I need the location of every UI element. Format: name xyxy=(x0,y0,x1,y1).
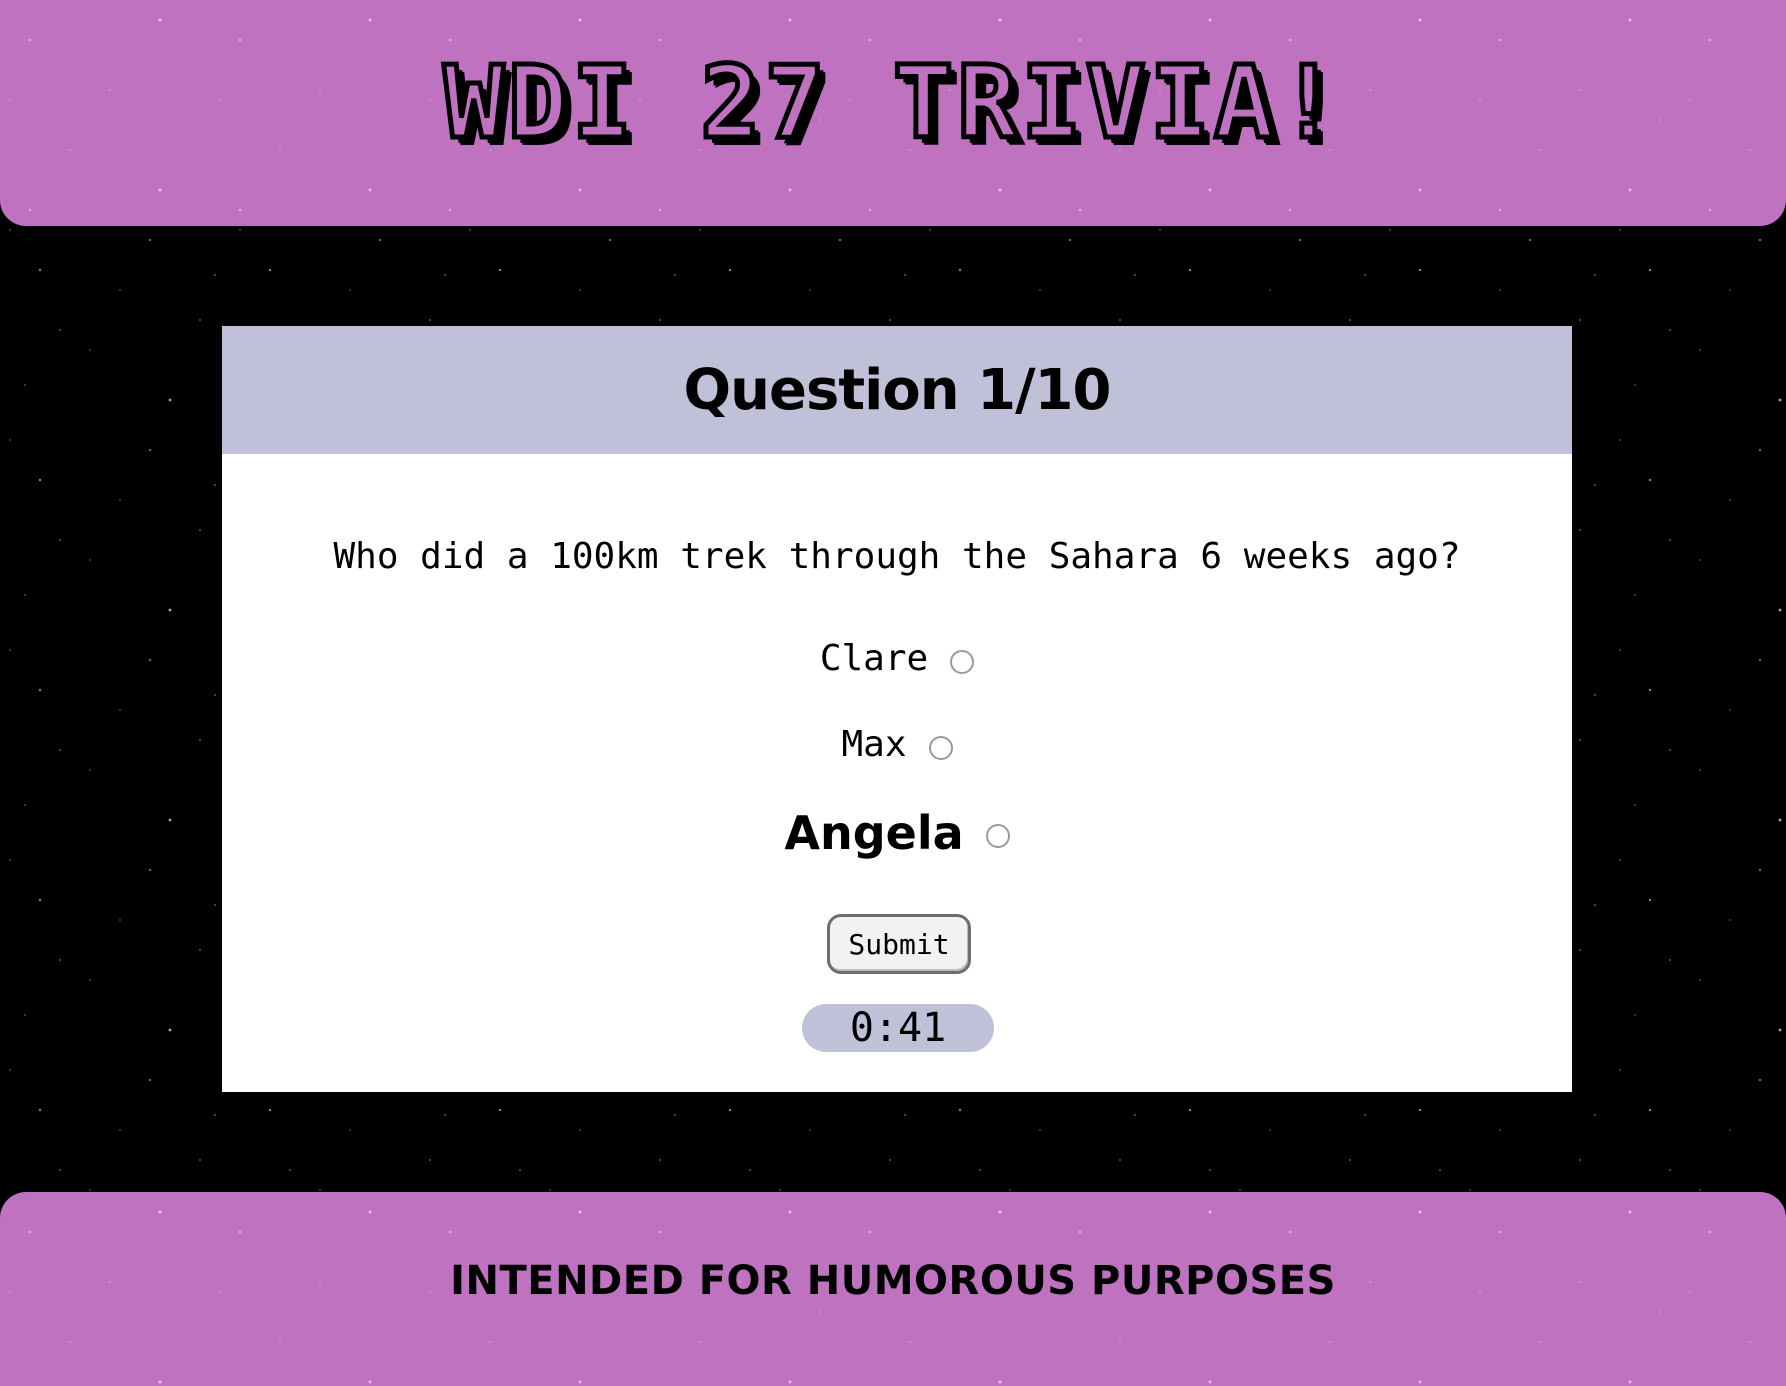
answer-label: Max xyxy=(841,724,907,765)
answer-label: Clare xyxy=(819,638,929,679)
radio-button[interactable] xyxy=(985,824,1010,848)
site-header: WDI 27 TRIVIA! xyxy=(0,0,1786,226)
radio-button[interactable] xyxy=(950,649,975,674)
site-footer: INTENDED FOR HUMOROUS PURPOSES xyxy=(0,1192,1786,1386)
question-text: Who did a 100km trek through the Sahara … xyxy=(333,536,1461,577)
question-header: Question 1/10 xyxy=(222,326,1572,454)
answer-option-max[interactable]: Max xyxy=(222,724,1572,765)
site-title: WDI 27 TRIVIA! xyxy=(441,44,1343,161)
question-counter: Question 1/10 xyxy=(683,357,1112,423)
footer-disclaimer: INTENDED FOR HUMOROUS PURPOSES xyxy=(450,1258,1336,1304)
countdown-timer: 0:41 xyxy=(802,1004,994,1052)
answer-option-angela[interactable]: Angela xyxy=(222,806,1572,860)
answer-option-clare[interactable]: Clare xyxy=(222,638,1572,679)
answer-label: Angela xyxy=(784,806,964,860)
radio-button[interactable] xyxy=(928,735,953,760)
submit-button[interactable]: Submit xyxy=(827,914,971,974)
quiz-card: Question 1/10 Who did a 100km trek throu… xyxy=(222,326,1572,1092)
